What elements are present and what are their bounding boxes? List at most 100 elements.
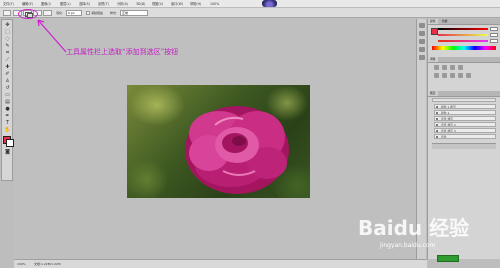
tab-color[interactable]: 颜色 bbox=[428, 19, 438, 24]
feather-value: 0 px bbox=[68, 11, 75, 15]
background-color-swatch[interactable] bbox=[6, 139, 14, 147]
layer-row[interactable]: 背景 拷贝 2 bbox=[434, 122, 496, 127]
status-bar: 100% 文档:1.22M/1.22M bbox=[14, 259, 427, 268]
brush-tool-icon[interactable]: ✐ bbox=[4, 71, 11, 77]
tab-layers[interactable]: 图层 bbox=[428, 91, 438, 96]
tool-preset-picker[interactable] bbox=[3, 10, 11, 16]
type-tool-icon[interactable]: T bbox=[4, 120, 11, 126]
workspace-preview-icon bbox=[262, 0, 277, 7]
color-panel-header: 颜色 色板 bbox=[428, 19, 500, 25]
color-balance-icon[interactable] bbox=[450, 73, 455, 78]
green-slider[interactable] bbox=[438, 34, 488, 36]
tab-swatches[interactable]: 色板 bbox=[440, 19, 450, 24]
green-badge bbox=[437, 255, 459, 262]
blend-mode-select[interactable] bbox=[432, 98, 496, 102]
layer-name: 背景 bbox=[441, 135, 447, 139]
status-zoom[interactable]: 100% bbox=[17, 262, 26, 267]
history-brush-tool-icon[interactable]: ↺ bbox=[4, 85, 11, 91]
character-panel-icon[interactable] bbox=[419, 55, 425, 60]
antialias-checkbox[interactable] bbox=[86, 11, 90, 15]
zoom-readout[interactable]: 100% bbox=[210, 1, 219, 7]
menu-select[interactable]: 选择(S) bbox=[79, 1, 90, 7]
crop-tool-icon[interactable]: ⌗ bbox=[4, 50, 11, 56]
brightness-icon[interactable] bbox=[434, 65, 439, 70]
hue-sat-icon[interactable] bbox=[442, 73, 447, 78]
marquee-tool-icon[interactable]: ⬚ bbox=[4, 29, 11, 35]
stamp-tool-icon[interactable]: ♙ bbox=[4, 78, 11, 84]
layer-row[interactable]: 背景 拷贝 3 bbox=[434, 128, 496, 133]
red-value[interactable] bbox=[490, 27, 498, 31]
toolbox: ✥ ⬚ ◌ ✎ ⌗ ⟋ ✚ ✐ ♙ ↺ ▭ ▤ ● ✒ T ✋ ◙ bbox=[1, 19, 14, 181]
levels-icon[interactable] bbox=[442, 65, 447, 70]
layer-row[interactable]: 颜色 1 bbox=[434, 110, 496, 115]
menu-edit[interactable]: 编辑(E) bbox=[22, 1, 33, 7]
baidu-logo-text: Baidu 经验 bbox=[358, 216, 469, 240]
eye-icon[interactable] bbox=[436, 130, 438, 132]
black-white-icon[interactable] bbox=[458, 73, 463, 78]
move-tool-icon[interactable]: ✥ bbox=[4, 22, 11, 28]
eye-icon[interactable] bbox=[436, 112, 438, 114]
tool-options-bar: 羽化: 0 px 消除锯齿 样式: 正常 bbox=[0, 8, 500, 18]
color-ramp[interactable] bbox=[432, 46, 496, 50]
brush-panel-icon[interactable] bbox=[419, 47, 425, 52]
layer-name: 背景 拷贝 2 bbox=[441, 123, 456, 127]
vibrance-icon[interactable] bbox=[434, 73, 439, 78]
antialias-label: 消除锯齿 bbox=[91, 11, 104, 15]
menu-file[interactable]: 文件(F) bbox=[3, 1, 14, 7]
rose-image bbox=[185, 106, 289, 198]
menu-3d[interactable]: 3D(D) bbox=[136, 1, 145, 7]
layers-panel-header: 图层 bbox=[428, 91, 500, 97]
menu-filter[interactable]: 滤镜(T) bbox=[98, 1, 109, 7]
eyedropper-tool-icon[interactable]: ⟋ bbox=[4, 57, 11, 63]
menu-help[interactable]: 帮助(H) bbox=[190, 1, 201, 7]
watermark-url: jingyan.baidu.com bbox=[380, 242, 436, 249]
layer-name: 背景 拷贝 3 bbox=[441, 129, 456, 133]
menu-image[interactable]: 图像(I) bbox=[41, 1, 51, 7]
baidu-jingyan-logo: Baidu 经验 bbox=[358, 216, 469, 240]
curves-icon[interactable] bbox=[450, 65, 455, 70]
eye-icon[interactable] bbox=[436, 124, 438, 126]
quick-mask-icon[interactable]: ◙ bbox=[4, 149, 11, 155]
lasso-tool-icon[interactable]: ◌ bbox=[4, 36, 11, 42]
red-slider[interactable] bbox=[438, 28, 488, 30]
layer-name: 颜色 1 拷贝 bbox=[441, 105, 456, 109]
layer-row[interactable]: 背景 拷贝 bbox=[434, 116, 496, 121]
green-value[interactable] bbox=[490, 33, 498, 37]
eye-icon[interactable] bbox=[436, 136, 438, 138]
layer-row[interactable]: 颜色 1 拷贝 bbox=[434, 104, 496, 109]
layer-name: 背景 拷贝 bbox=[441, 117, 454, 121]
panel-fg-swatch[interactable] bbox=[431, 28, 438, 35]
quick-select-tool-icon[interactable]: ✎ bbox=[4, 43, 11, 49]
layer-row[interactable]: 背景 bbox=[434, 134, 496, 139]
gradient-tool-icon[interactable]: ▤ bbox=[4, 99, 11, 105]
blue-slider[interactable] bbox=[438, 40, 488, 42]
intersect-selection-button[interactable] bbox=[43, 10, 52, 16]
healing-tool-icon[interactable]: ✚ bbox=[4, 64, 11, 70]
blue-value[interactable] bbox=[490, 39, 498, 43]
status-doc-size: 文档:1.22M/1.22M bbox=[34, 262, 61, 266]
menu-analysis[interactable]: 分析(A) bbox=[117, 1, 128, 7]
menu-window[interactable]: 窗口(W) bbox=[171, 1, 183, 7]
rose-photo[interactable] bbox=[127, 85, 310, 198]
annotation-arrow bbox=[37, 19, 67, 53]
dodge-tool-icon[interactable]: ● bbox=[4, 106, 11, 112]
photo-filter-icon[interactable] bbox=[466, 73, 471, 78]
hand-tool-icon[interactable]: ✋ bbox=[4, 127, 11, 133]
layer-name: 颜色 1 bbox=[441, 111, 450, 115]
feather-input[interactable]: 0 px bbox=[66, 10, 82, 16]
menu-bar: 文件(F) 编辑(E) 图像(I) 图层(L) 选择(S) 滤镜(T) 分析(A… bbox=[0, 0, 500, 8]
actions-panel-icon[interactable] bbox=[419, 31, 425, 36]
menu-view[interactable]: 视图(V) bbox=[152, 1, 163, 7]
tab-adjustments[interactable]: 调整 bbox=[428, 57, 438, 62]
adjustments-panel-header: 调整 bbox=[428, 57, 500, 63]
eye-icon[interactable] bbox=[436, 118, 438, 120]
layers-footer bbox=[432, 143, 496, 149]
eraser-tool-icon[interactable]: ▭ bbox=[4, 92, 11, 98]
eye-icon[interactable] bbox=[436, 106, 438, 108]
history-panel-icon[interactable] bbox=[419, 23, 425, 28]
navigator-panel-icon[interactable] bbox=[419, 39, 425, 44]
menu-layer[interactable]: 图层(L) bbox=[60, 1, 71, 7]
pen-tool-icon[interactable]: ✒ bbox=[4, 113, 11, 119]
exposure-icon[interactable] bbox=[458, 65, 463, 70]
style-select[interactable]: 正常 bbox=[120, 10, 148, 16]
